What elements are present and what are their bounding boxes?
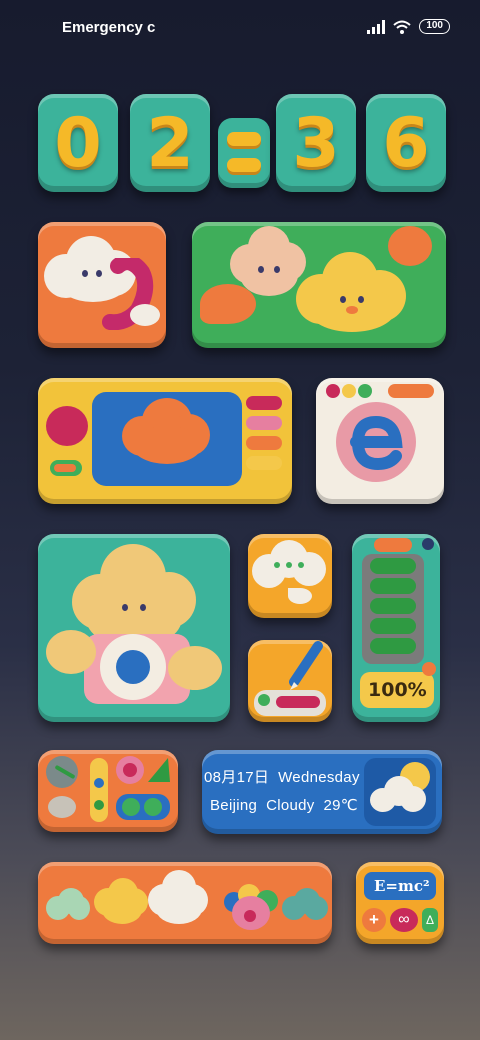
weather-info-line: Beijing Cloudy 29℃ (210, 796, 358, 814)
notes-app-icon[interactable] (248, 640, 332, 722)
phone-app-icon[interactable] (38, 222, 166, 348)
camera-lens-icon (116, 650, 150, 684)
screen-panel (92, 392, 242, 486)
white-cloud-character (148, 870, 208, 926)
weather-city: Beijing (210, 797, 258, 814)
cloud-hand (168, 646, 222, 690)
clock-separator (218, 118, 270, 188)
delta-key: Δ (422, 908, 438, 932)
tools-widget[interactable] (38, 750, 178, 832)
address-bar (388, 384, 434, 398)
weather-temperature: 29℃ (323, 797, 358, 814)
clock-minute-ones[interactable]: 6 (366, 94, 446, 192)
yellow-cloud-character (296, 252, 406, 334)
battery-bar (370, 558, 416, 574)
plus-key: + (362, 908, 386, 932)
clock-digit: 3 (292, 103, 340, 183)
mint-cloud-character (46, 888, 90, 924)
clock-digit: 2 (146, 103, 194, 183)
status-icons: 100 (367, 19, 450, 34)
colon-dot (227, 132, 261, 146)
clock-hour-ones[interactable]: 2 (130, 94, 210, 192)
speech-cloud-icon (252, 540, 326, 590)
messages-widget[interactable] (192, 222, 446, 348)
clock-hour-tens[interactable]: 0 (38, 94, 118, 192)
battery-bar (370, 618, 416, 634)
weather-widget[interactable]: 08月17日 Wednesday Beijing Cloudy 29℃ (202, 750, 442, 834)
media-control[interactable] (246, 396, 282, 410)
record-icon-center (123, 763, 137, 777)
teal-cloud-character (282, 888, 328, 924)
battery-level-label: 100% (368, 679, 427, 701)
browser-e-icon (350, 415, 403, 471)
signal-icon (367, 19, 386, 34)
media-control[interactable] (246, 436, 282, 450)
rock-icon (48, 796, 76, 818)
clock-digit: 0 (54, 103, 102, 183)
characters-widget[interactable] (38, 862, 332, 944)
battery-dot (422, 538, 434, 550)
battery-cell (362, 554, 424, 664)
slider-track[interactable] (90, 758, 108, 822)
battery-cap (374, 538, 412, 552)
toggle-knob (54, 464, 76, 472)
cloud-hand (130, 304, 160, 326)
browser-app-icon[interactable] (316, 378, 444, 504)
weather-condition: Cloudy (266, 797, 315, 814)
battery-bar (370, 598, 416, 614)
weather-weekday: Wednesday (278, 769, 360, 786)
window-dot (342, 384, 356, 398)
camera-widget[interactable] (38, 534, 230, 722)
slider-knob (94, 778, 104, 788)
yellow-cloud-character (94, 878, 148, 926)
carrier-label: Emergency c (62, 19, 156, 36)
status-bar: Emergency c 100 (0, 0, 480, 56)
battery-indicator: 100 (419, 19, 450, 34)
triangle-icon (148, 758, 170, 782)
pen-icon (289, 641, 323, 690)
speech-tail (288, 588, 312, 604)
record-button[interactable] (46, 406, 88, 446)
toggle-knob (144, 798, 162, 816)
infinity-key: ∞ (390, 908, 418, 932)
flower-character (224, 884, 280, 932)
notes-bar (276, 696, 320, 708)
battery-dot (422, 662, 436, 676)
window-dot (358, 384, 372, 398)
battery-bar (370, 638, 416, 654)
clock-digit: 6 (382, 103, 430, 183)
media-control[interactable] (246, 416, 282, 430)
colon-dot (227, 158, 261, 172)
calculator-formula: E=mc² (374, 877, 430, 895)
chat-app-icon[interactable] (248, 534, 332, 618)
orange-cloud-character (122, 398, 212, 466)
slider-knob (94, 800, 104, 810)
cloud-hand (46, 630, 96, 674)
pink-cloud-character (230, 226, 306, 300)
clock-minute-tens[interactable]: 3 (276, 94, 356, 192)
battery-bar (370, 578, 416, 594)
window-dot (326, 384, 340, 398)
battery-widget[interactable]: 100% (352, 534, 440, 722)
weather-date: 08月17日 (204, 769, 270, 786)
media-widget[interactable] (38, 378, 292, 504)
weather-date-line: 08月17日 Wednesday (204, 766, 360, 787)
wifi-icon (393, 20, 411, 34)
media-control[interactable] (246, 456, 282, 470)
calculator-app-icon[interactable]: E=mc² + ∞ Δ (356, 862, 444, 944)
cloudy-sun-icon (364, 758, 436, 826)
notes-dot (258, 694, 270, 706)
toggle-knob (122, 798, 140, 816)
cloud-icon (370, 776, 426, 812)
